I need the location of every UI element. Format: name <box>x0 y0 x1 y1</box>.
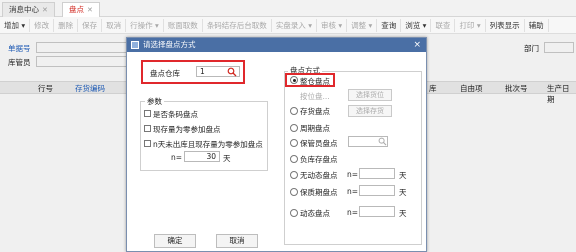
assist-button[interactable]: 辅助 <box>525 18 549 32</box>
add-button[interactable]: 增加 ▾ <box>0 18 31 32</box>
select-location-label: 选择货位 <box>356 91 384 99</box>
tab-message-center[interactable]: 消息中心 ✕ <box>2 2 55 17</box>
select-count-method-dialog: 请选择盘点方式 × 盘点仓库 1 参数 是否条码盘点 现存量为零参加盘点 n天未… <box>126 37 427 252</box>
print-button[interactable]: 打印 ▾ <box>455 18 486 32</box>
n-days-input[interactable]: 30 <box>184 151 220 162</box>
dynamic-count-radio[interactable] <box>290 209 298 217</box>
dialog-title: 请选择盘点方式 <box>143 40 196 49</box>
dynamic-day-unit: 天 <box>399 209 407 218</box>
book-fetch-button[interactable]: 账面取数 <box>164 18 203 32</box>
row-operation-button[interactable]: 行操作 ▾ <box>126 18 164 32</box>
dynamic-n-label: n= <box>347 208 359 217</box>
n-label: n= <box>171 153 183 162</box>
no-movement-n-label: n= <box>347 170 359 179</box>
search-icon[interactable] <box>227 67 237 77</box>
whole-warehouse-label: 整仓盘点 <box>300 77 330 86</box>
adjust-button[interactable]: 调整 ▾ <box>347 18 378 32</box>
tab-label: 消息中心 <box>9 5 39 14</box>
negative-stock-count-radio[interactable] <box>290 155 298 163</box>
browse-button[interactable]: 浏览 ▾ <box>401 18 432 32</box>
dialog-title-bar: 请选择盘点方式 × <box>127 38 426 52</box>
keeper-count-radio[interactable] <box>290 139 298 147</box>
no-movement-day-unit: 天 <box>399 171 407 180</box>
n-days-no-outbound-label: n天未出库且现存量为零参加盘点 <box>153 140 263 149</box>
dynamic-n-input[interactable] <box>359 206 395 217</box>
close-icon[interactable]: × <box>413 38 421 52</box>
zero-stock-checkbox[interactable] <box>144 125 151 132</box>
barcode-count-checkbox[interactable] <box>144 110 151 117</box>
n-days-value: 30 <box>206 152 216 161</box>
list-view-button[interactable]: 列表显示 <box>486 18 525 32</box>
edit-button[interactable]: 修改 <box>30 18 55 32</box>
window-icon <box>131 41 139 49</box>
no-movement-count-label: 无动态盘点 <box>300 171 338 180</box>
toolbar: 增加 ▾ 修改 删除 保存 取消 行操作 ▾ 账面取数 条码结存后台取数 实盘录… <box>0 17 576 34</box>
n-days-no-outbound-checkbox[interactable] <box>144 140 151 147</box>
search-icon[interactable] <box>378 137 387 146</box>
params-group-title: 参数 <box>145 96 164 107</box>
shelf-life-count-radio[interactable] <box>290 188 298 196</box>
save-button[interactable]: 保存 <box>78 18 103 32</box>
select-inventory-label: 选择存货 <box>356 107 384 115</box>
by-location-label: 按位盘... <box>300 92 330 101</box>
actual-entry-button[interactable]: 实盘录入 ▾ <box>272 18 317 32</box>
close-icon[interactable]: ✕ <box>42 6 48 14</box>
whole-warehouse-radio[interactable] <box>290 76 298 84</box>
close-icon[interactable]: ✕ <box>87 6 93 14</box>
tab-bar: 消息中心 ✕ 盘点 ✕ <box>0 0 576 17</box>
cancel-button[interactable]: 取消 <box>216 234 258 248</box>
select-inventory-button[interactable]: 选择存货 <box>348 105 392 117</box>
negative-stock-count-label: 负库存盘点 <box>300 155 338 164</box>
audit-button[interactable]: 审核 ▾ <box>317 18 348 32</box>
count-warehouse-label: 盘点仓库 <box>150 69 180 78</box>
ok-button-label: 确定 <box>167 236 183 245</box>
count-warehouse-value: 1 <box>200 67 205 76</box>
dynamic-count-label: 动态盘点 <box>300 209 330 218</box>
cancel-button[interactable]: 取消 <box>102 18 127 32</box>
ok-button[interactable]: 确定 <box>154 234 196 248</box>
periodic-count-label: 周期盘点 <box>300 124 330 133</box>
shelf-life-day-unit: 天 <box>399 188 407 197</box>
link-query-button[interactable]: 联查 <box>431 18 456 32</box>
delete-button[interactable]: 删除 <box>54 18 79 32</box>
select-location-button[interactable]: 选择货位 <box>348 89 392 101</box>
no-movement-n-input[interactable] <box>359 168 395 179</box>
keeper-count-label: 保管员盘点 <box>300 139 338 148</box>
shelf-life-n-input[interactable] <box>359 185 395 196</box>
inventory-count-radio[interactable] <box>290 107 298 115</box>
shelf-life-count-label: 保质期盘点 <box>300 188 338 197</box>
tab-label: 盘点 <box>69 5 84 14</box>
barcode-fetch-button[interactable]: 条码结存后台取数 <box>203 18 272 32</box>
inventory-count-label: 存货盘点 <box>300 107 330 116</box>
periodic-count-radio[interactable] <box>290 124 298 132</box>
query-button[interactable]: 查询 <box>377 18 402 32</box>
tab-inventory-count[interactable]: 盘点 ✕ <box>62 2 100 17</box>
shelf-life-n-label: n= <box>347 187 359 196</box>
barcode-count-label: 是否条码盘点 <box>153 110 198 119</box>
zero-stock-label: 现存量为零参加盘点 <box>153 125 221 134</box>
day-unit: 天 <box>223 154 231 163</box>
no-movement-count-radio[interactable] <box>290 171 298 179</box>
cancel-button-label: 取消 <box>229 236 245 245</box>
